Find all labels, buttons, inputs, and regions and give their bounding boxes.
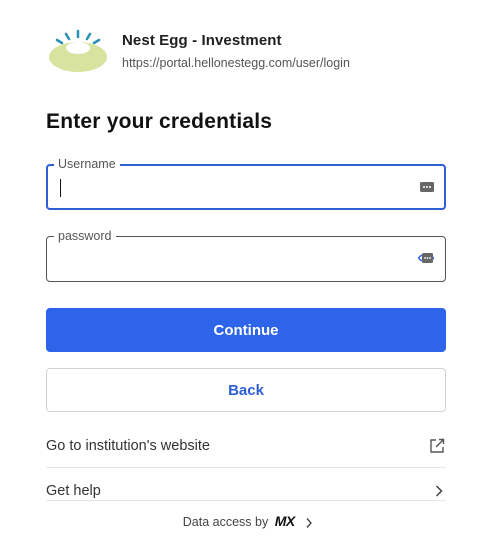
institution-name: Nest Egg - Investment [122,32,282,49]
page-title: Enter your credentials [46,110,273,133]
password-field[interactable]: password [46,228,446,282]
chevron-right-icon [306,517,313,528]
data-access-link[interactable]: Data access by MX [0,513,497,529]
username-input[interactable] [58,166,398,208]
institution-website-label: Go to institution's website [46,438,210,454]
institution-url: https://portal.hellonestegg.com/user/log… [122,56,350,70]
continue-button[interactable]: Continue [46,308,446,352]
institution-website-link[interactable]: Go to institution's website [46,432,446,460]
password-manager-icon[interactable] [419,179,435,195]
footer: Data access by MX [0,501,497,543]
back-button[interactable]: Back [46,368,446,412]
password-input[interactable] [57,237,397,281]
text-cursor [60,179,61,197]
external-link-icon [430,438,445,453]
password-manager-icon[interactable] [416,250,436,266]
institution-header: Nest Egg - Investment https://portal.hel… [46,28,466,78]
data-access-label: Data access by [182,515,269,529]
username-field[interactable]: Username [46,156,446,210]
nest-egg-logo [49,29,107,72]
get-help-label: Get help [46,483,101,499]
divider [46,467,446,468]
chevron-right-icon [435,485,443,497]
mx-brand: MX [274,513,296,529]
